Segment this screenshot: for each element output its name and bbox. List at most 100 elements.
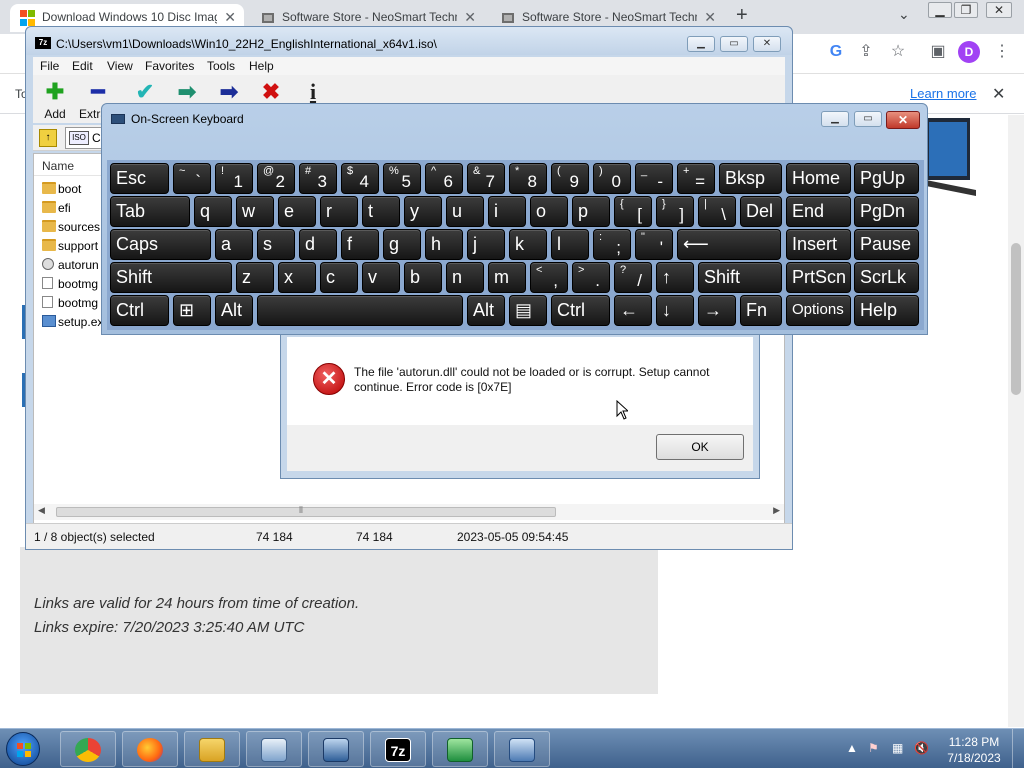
- new-tab-button[interactable]: +: [736, 4, 748, 27]
- key-shift[interactable]: Shift: [698, 262, 782, 293]
- scroll-left-icon[interactable]: ◀: [38, 505, 45, 516]
- key-esc[interactable]: Esc: [110, 163, 169, 194]
- show-desktop-button[interactable]: [1012, 729, 1024, 768]
- taskbar-control-panel[interactable]: [246, 731, 302, 767]
- hscroll-thumb[interactable]: [56, 507, 556, 517]
- copy-button[interactable]: ➡: [167, 81, 207, 103]
- key-sym-1-11[interactable]: {[: [614, 196, 652, 227]
- key-r[interactable]: r: [320, 196, 358, 227]
- taskbar-firefox[interactable]: [122, 731, 178, 767]
- network-icon[interactable]: ▦: [892, 741, 903, 755]
- key-special-4-5[interactable]: ▤: [509, 295, 547, 326]
- taskbar-computer[interactable]: [308, 731, 364, 767]
- key-sym-3-8[interactable]: <,: [530, 262, 568, 293]
- key-8[interactable]: * 8: [509, 163, 547, 194]
- key-9[interactable]: (9: [551, 163, 589, 194]
- menu-edit[interactable]: Edit: [72, 59, 93, 73]
- key-del[interactable]: Del: [740, 196, 782, 227]
- key-pgdn[interactable]: PgDn: [854, 196, 919, 227]
- key-j[interactable]: j: [467, 229, 505, 260]
- key-sym-0-12[interactable]: _ -: [635, 163, 673, 194]
- info-button[interactable]: i: [293, 81, 333, 103]
- ok-button[interactable]: OK: [656, 434, 744, 460]
- key-pgup[interactable]: PgUp: [854, 163, 919, 194]
- taskbar-installer[interactable]: [432, 731, 488, 767]
- sevenzip-maximize-button[interactable]: ▭: [720, 36, 748, 52]
- key-l[interactable]: l: [551, 229, 589, 260]
- side-panel-icon[interactable]: ▣: [928, 42, 948, 62]
- key-f[interactable]: f: [341, 229, 379, 260]
- key-p[interactable]: p: [572, 196, 610, 227]
- page-scrollbar-thumb[interactable]: [1011, 243, 1021, 395]
- key-special-4-7[interactable]: ←: [614, 295, 652, 326]
- volume-muted-icon[interactable]: 🔇: [914, 741, 929, 755]
- bookmark-star-icon[interactable]: ☆: [888, 42, 908, 62]
- key-space[interactable]: [257, 295, 463, 326]
- menu-tools[interactable]: Tools: [207, 59, 235, 73]
- key-7[interactable]: & 7: [467, 163, 505, 194]
- key-shift[interactable]: Shift: [110, 262, 232, 293]
- key-home[interactable]: Home: [786, 163, 851, 194]
- key-bksp[interactable]: Bksp: [719, 163, 782, 194]
- key-scrlk[interactable]: ScrLk: [854, 262, 919, 293]
- share-icon[interactable]: ⇪: [856, 42, 876, 62]
- page-scrollbar[interactable]: [1008, 115, 1024, 727]
- taskbar-file-explorer[interactable]: [184, 731, 240, 767]
- taskbar-clock[interactable]: 11:28 PM 7/18/2023: [944, 734, 1004, 766]
- key-prtscn[interactable]: PrtScn: [786, 262, 851, 293]
- key-0[interactable]: ) 0: [593, 163, 631, 194]
- key-sym-1-12[interactable]: }]: [656, 196, 694, 227]
- menu-help[interactable]: Help: [249, 59, 274, 73]
- key-b[interactable]: b: [404, 262, 442, 293]
- key-help[interactable]: Help: [854, 295, 919, 326]
- key-alt[interactable]: Alt: [467, 295, 505, 326]
- key-6[interactable]: ^ 6: [425, 163, 463, 194]
- key-s[interactable]: s: [257, 229, 295, 260]
- key-sym-2-11[interactable]: " ': [635, 229, 673, 260]
- learn-more-link[interactable]: Learn more: [910, 86, 976, 101]
- taskbar-7zip[interactable]: 7z: [370, 731, 426, 767]
- key-c[interactable]: c: [320, 262, 358, 293]
- key-3[interactable]: #3: [299, 163, 337, 194]
- key-sym-0-1[interactable]: ~ `: [173, 163, 211, 194]
- key-x[interactable]: x: [278, 262, 316, 293]
- osk-maximize-button[interactable]: ▭: [854, 111, 882, 127]
- add-button[interactable]: ✚ Add: [35, 81, 75, 122]
- folder-up-icon[interactable]: ↑: [39, 129, 57, 147]
- key-y[interactable]: y: [404, 196, 442, 227]
- delete-button[interactable]: ✖: [251, 81, 291, 103]
- key-special-3-11[interactable]: ↑: [656, 262, 694, 293]
- key-alt[interactable]: Alt: [215, 295, 253, 326]
- menu-favorites[interactable]: Favorites: [145, 59, 194, 73]
- key-t[interactable]: t: [362, 196, 400, 227]
- sevenzip-titlebar[interactable]: 7z C:\Users\vm1\Downloads\Win10_22H2_Eng…: [26, 27, 792, 55]
- key-special-4-9[interactable]: →: [698, 295, 736, 326]
- key-5[interactable]: % 5: [383, 163, 421, 194]
- key-sym-0-13[interactable]: + =: [677, 163, 715, 194]
- key-i[interactable]: i: [488, 196, 526, 227]
- osk-close-button[interactable]: ✕: [886, 111, 920, 129]
- key-u[interactable]: u: [446, 196, 484, 227]
- key-sym-2-10[interactable]: :;: [593, 229, 631, 260]
- key-special-4-1[interactable]: ⊞: [173, 295, 211, 326]
- browser-close-button[interactable]: ✕: [986, 2, 1012, 18]
- key-ctrl[interactable]: Ctrl: [110, 295, 169, 326]
- key-ctrl[interactable]: Ctrl: [551, 295, 610, 326]
- google-icon[interactable]: G: [826, 42, 846, 62]
- key-options[interactable]: Options: [786, 295, 851, 326]
- key-end[interactable]: End: [786, 196, 851, 227]
- scroll-right-icon[interactable]: ▶: [773, 505, 780, 516]
- key-g[interactable]: g: [383, 229, 421, 260]
- menu-file[interactable]: File: [40, 59, 59, 73]
- osk-minimize-button[interactable]: ▁: [821, 111, 849, 127]
- key-insert[interactable]: Insert: [786, 229, 851, 260]
- profile-avatar[interactable]: D: [958, 41, 980, 63]
- key-special-4-8[interactable]: ↓: [656, 295, 694, 326]
- key-v[interactable]: v: [362, 262, 400, 293]
- key-n[interactable]: n: [446, 262, 484, 293]
- tab-search-chevron-icon[interactable]: ⌄: [898, 6, 910, 23]
- key-z[interactable]: z: [236, 262, 274, 293]
- key-m[interactable]: m: [488, 262, 526, 293]
- key-k[interactable]: k: [509, 229, 547, 260]
- taskbar-chrome[interactable]: [60, 731, 116, 767]
